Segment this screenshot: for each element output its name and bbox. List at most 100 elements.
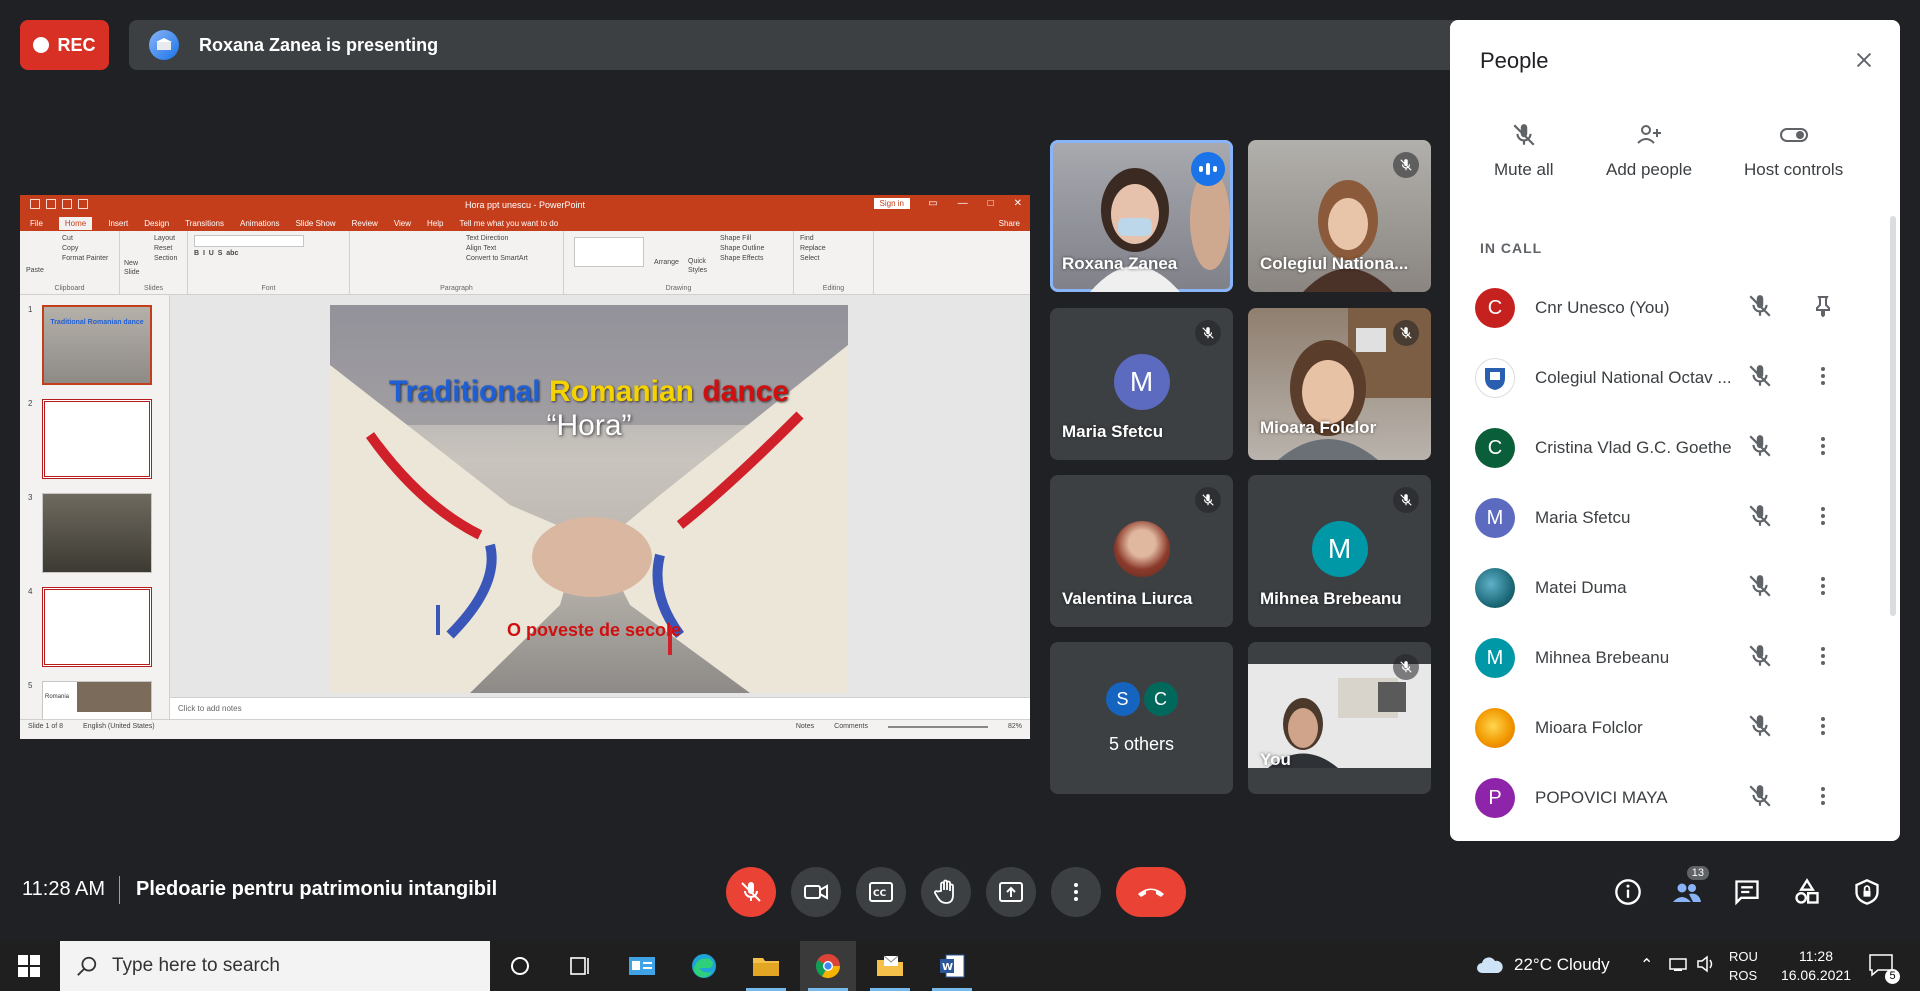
mic-off-icon[interactable]	[1747, 783, 1773, 814]
start-button[interactable]	[0, 941, 58, 991]
camera-toggle-button[interactable]	[791, 867, 841, 917]
notes-toggle[interactable]: Notes	[796, 723, 814, 730]
participant-tile-mioara[interactable]: Mioara Folclor	[1248, 308, 1431, 460]
sign-in-button[interactable]: Sign in	[873, 198, 910, 209]
more-vert-icon[interactable]	[1811, 504, 1835, 533]
panel-scrollbar[interactable]	[1890, 216, 1896, 616]
presenting-banner[interactable]: Roxana Zanea is presenting	[129, 20, 1464, 70]
participant-row[interactable]: C Cnr Unesco (You)	[1475, 278, 1900, 338]
slide-thumbnails[interactable]: 1 Traditional Romanian dance 2 3 4 5 Rom…	[20, 295, 170, 719]
taskbar-search-box[interactable]: Type here to search	[60, 941, 490, 991]
reset-button[interactable]: Reset	[154, 245, 181, 252]
more-vert-icon[interactable]	[1811, 364, 1835, 393]
cortana-button[interactable]	[492, 941, 548, 991]
mute-all-button[interactable]: Mute all	[1494, 122, 1554, 180]
zoom-slider[interactable]	[887, 725, 988, 728]
mic-off-icon[interactable]	[1747, 503, 1773, 534]
language-status[interactable]: English (United States)	[83, 723, 155, 730]
participant-tile-others[interactable]: S C 5 others	[1050, 642, 1233, 794]
activities-button[interactable]	[1785, 870, 1829, 914]
mic-off-icon[interactable]	[1747, 713, 1773, 744]
share-button[interactable]: Share	[999, 219, 1020, 228]
weather-widget[interactable]: 22°C Cloudy	[1476, 955, 1610, 975]
system-clock[interactable]: 11:28 16.06.2021	[1776, 947, 1856, 985]
quick-styles-button[interactable]: Quick Styles	[688, 257, 710, 275]
microphone-toggle-button[interactable]	[726, 867, 776, 917]
comments-toggle[interactable]: Comments	[834, 723, 868, 730]
participant-tile-maria[interactable]: M Maria Sfetcu	[1050, 308, 1233, 460]
zoom-level[interactable]: 82%	[1008, 723, 1022, 730]
close-icon[interactable]	[1848, 44, 1880, 76]
ppt-tab-home[interactable]: Home	[58, 216, 93, 230]
window-controls[interactable]: ▭ — □ ✕	[928, 198, 1022, 209]
slide-thumb-2[interactable]	[42, 399, 152, 479]
present-now-button[interactable]	[986, 867, 1036, 917]
volume-icon[interactable]	[1696, 955, 1716, 978]
new-slide-button[interactable]: New Slide	[124, 259, 144, 277]
mic-off-icon[interactable]	[1747, 433, 1773, 464]
layout-button[interactable]: Layout	[154, 235, 181, 242]
captions-button[interactable]: CC	[856, 867, 906, 917]
participant-tile-mihnea[interactable]: M Mihnea Brebeanu	[1248, 475, 1431, 627]
shape-outline-button[interactable]: Shape Outline	[720, 245, 787, 252]
format-painter-button[interactable]: Format Painter	[62, 255, 113, 262]
taskbar-app-edge[interactable]	[676, 941, 732, 991]
slide-thumb-3[interactable]	[42, 493, 152, 573]
slide-editing-area[interactable]: Traditional Romanian dance “Hora” O pove…	[170, 295, 1030, 719]
input-language[interactable]: ROU ROS	[1729, 947, 1758, 985]
chat-button[interactable]	[1725, 870, 1769, 914]
section-button[interactable]: Section	[154, 255, 181, 262]
ppt-tab[interactable]: File	[30, 219, 43, 228]
ppt-tab[interactable]: View	[394, 219, 411, 228]
copy-button[interactable]: Copy	[62, 245, 113, 252]
notifications-icon[interactable]: 5	[1868, 953, 1900, 984]
participant-tile-colegiul[interactable]: Colegiul Nationa...	[1248, 140, 1431, 292]
participant-row[interactable]: Matei Duma	[1475, 558, 1900, 618]
ppt-tab[interactable]: Help	[427, 219, 443, 228]
align-text-button[interactable]: Align Text	[466, 245, 557, 252]
network-icon[interactable]	[1668, 955, 1688, 978]
slide-thumb-1[interactable]: Traditional Romanian dance	[42, 305, 152, 385]
raise-hand-button[interactable]	[921, 867, 971, 917]
participant-row[interactable]: P POPOVICI MAYA	[1475, 768, 1900, 828]
mic-off-icon[interactable]	[1747, 363, 1773, 394]
recording-indicator[interactable]: REC	[20, 20, 109, 70]
arrange-button[interactable]: Arrange	[654, 259, 679, 266]
participant-tile-valentina[interactable]: Valentina Liurca	[1050, 475, 1233, 627]
ppt-tab[interactable]: Animations	[240, 219, 280, 228]
more-vert-icon[interactable]	[1811, 574, 1835, 603]
leave-call-button[interactable]	[1116, 867, 1186, 917]
ppt-tab[interactable]: Transitions	[185, 219, 224, 228]
notes-pane[interactable]: Click to add notes	[170, 697, 1030, 719]
participant-row[interactable]: Mioara Folclor	[1475, 698, 1900, 758]
font-format-buttons[interactable]: B I U S abc	[194, 250, 343, 257]
tell-me-search[interactable]: Tell me what you want to do	[459, 219, 558, 228]
text-direction-button[interactable]: Text Direction	[466, 235, 557, 242]
replace-button[interactable]: Replace	[800, 245, 867, 252]
taskbar-app-chrome[interactable]	[800, 941, 856, 991]
font-name-dropdown[interactable]	[194, 235, 304, 247]
mic-off-icon[interactable]	[1747, 643, 1773, 674]
participant-row[interactable]: M Maria Sfetcu	[1475, 488, 1900, 548]
pin-icon[interactable]	[1811, 294, 1835, 323]
more-vert-icon[interactable]	[1811, 714, 1835, 743]
host-controls-button[interactable]: Host controls	[1744, 122, 1843, 180]
shape-effects-button[interactable]: Shape Effects	[720, 255, 787, 262]
ppt-tab[interactable]: Insert	[108, 219, 128, 228]
chevron-up-icon[interactable]: ⌃	[1640, 955, 1653, 975]
shapes-gallery[interactable]	[574, 237, 644, 267]
ppt-tab[interactable]: Slide Show	[296, 219, 336, 228]
meeting-details-button[interactable]	[1606, 870, 1650, 914]
more-vert-icon[interactable]	[1811, 434, 1835, 463]
participant-tile-you[interactable]: You	[1248, 642, 1431, 794]
ppt-tab[interactable]: Design	[144, 219, 169, 228]
slide-thumb-4[interactable]	[42, 587, 152, 667]
participant-tile-roxana[interactable]: Roxana Zanea	[1050, 140, 1233, 292]
participant-row[interactable]: C Cristina Vlad G.C. Goethe	[1475, 418, 1900, 478]
more-vert-icon[interactable]	[1811, 644, 1835, 673]
cut-button[interactable]: Cut	[62, 235, 113, 242]
ppt-tab[interactable]: Review	[352, 219, 378, 228]
people-button[interactable]: 13	[1665, 866, 1709, 914]
current-slide[interactable]: Traditional Romanian dance “Hora” O pove…	[330, 305, 848, 693]
find-button[interactable]: Find	[800, 235, 867, 242]
